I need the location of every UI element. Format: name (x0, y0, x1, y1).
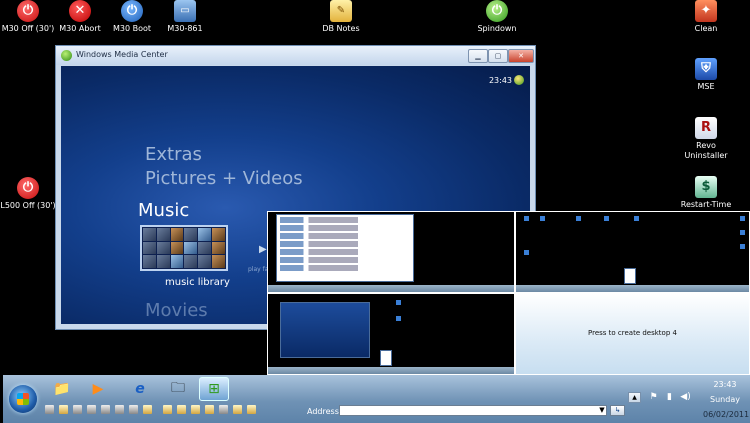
power-off-icon: ⏻ (17, 0, 39, 22)
power-off-icon: ⏻ (17, 177, 39, 199)
clock-time: 23:43 (713, 380, 737, 389)
address-input[interactable] (339, 405, 607, 416)
quicklaunch-icon[interactable] (87, 405, 96, 414)
network-icon[interactable]: ▮ (664, 392, 675, 403)
media-player-icon[interactable]: ▶ (83, 377, 113, 401)
show-hidden-icons-button[interactable]: ▲ (628, 392, 641, 403)
internet-explorer-icon[interactable]: e (125, 377, 155, 401)
desktop-icon-restart-time[interactable]: $ Restart-Time (675, 176, 737, 210)
notes-icon: ✎ (330, 0, 352, 22)
desktop-icon-db-notes[interactable]: ✎ DB Notes (310, 0, 372, 34)
window-title: Windows Media Center (76, 50, 168, 59)
quicklaunch-icon[interactable] (177, 405, 186, 414)
preview-window (280, 302, 370, 358)
clock-day: Sunday (710, 395, 740, 404)
create-desktop-label: Press to create desktop 4 (588, 329, 677, 337)
explorer-icon[interactable]: 📁 (47, 377, 77, 401)
preview-taskbar (268, 285, 514, 292)
volume-icon[interactable]: ◀) (680, 392, 691, 403)
go-button[interactable]: ↳ (610, 405, 625, 416)
quicklaunch-icon[interactable] (59, 405, 68, 414)
media-center-clock: 23:43 (488, 76, 512, 85)
quicklaunch-icon[interactable] (73, 405, 82, 414)
menu-extras[interactable]: Extras (145, 144, 202, 165)
desktop-preview-2[interactable] (515, 211, 750, 293)
folder-icon[interactable]: 🗀 (163, 377, 193, 401)
desktop-icon-label: Clean (694, 24, 718, 33)
desktop-preview-3[interactable] (267, 293, 515, 375)
clean-icon: ✦ (695, 0, 717, 22)
desktop-icon-label: M30-861 (167, 24, 203, 33)
quicklaunch-icon[interactable] (205, 405, 214, 414)
quicklaunch-icon[interactable] (143, 405, 152, 414)
quicklaunch-icon[interactable] (247, 405, 256, 414)
preview-window (276, 214, 414, 282)
quicklaunch-icon[interactable] (191, 405, 200, 414)
address-label: Address (307, 407, 339, 416)
next-arrow-icon[interactable]: ▶ (259, 244, 267, 255)
spindown-icon: ⏻ (486, 0, 508, 22)
quicklaunch-icon[interactable] (45, 405, 54, 414)
revo-icon: R (695, 117, 717, 139)
desktop-icon-label: Spindown (477, 24, 517, 33)
desktop-icon-label: L500 Off (30') (0, 201, 56, 210)
desktop-icon-m30-861[interactable]: ▭ M30-861 (154, 0, 216, 34)
quicklaunch-icon[interactable] (129, 405, 138, 414)
menu-pictures-videos[interactable]: Pictures + Videos (145, 168, 303, 189)
music-library-label: music library (165, 277, 230, 288)
media-center-icon[interactable]: ⊞ (199, 377, 229, 401)
quicklaunch-icon[interactable] (115, 405, 124, 414)
media-center-logo-icon (514, 75, 524, 85)
address-dropdown-icon[interactable]: ▼ (597, 405, 607, 416)
minimize-button[interactable]: ▁ (468, 49, 488, 63)
menu-movies[interactable]: Movies (145, 300, 208, 321)
restart-icon: $ (695, 176, 717, 198)
quicklaunch-icon[interactable] (219, 405, 228, 414)
taskbar: 📁 ▶ e 🗀 ⊞ Address ▼ ↳ ▲ ⚑ ▮ ◀) 23:43 Sun… (3, 375, 750, 423)
quicklaunch-icon[interactable] (233, 405, 242, 414)
media-center-logo-icon (61, 50, 72, 61)
quicklaunch-icon[interactable] (101, 405, 110, 414)
computer-icon: ▭ (174, 0, 196, 22)
start-button[interactable] (9, 385, 37, 413)
preview-taskbar (516, 285, 749, 292)
desktop-icon-l500-off[interactable]: ⏻ L500 Off (30') (0, 177, 59, 211)
desktop-icon-label: MSE (697, 82, 715, 91)
music-library-tile[interactable] (140, 225, 228, 271)
taskbar-clock[interactable]: 23:43 Sunday 06/02/2011 (703, 377, 750, 422)
maximize-button[interactable]: ▢ (488, 49, 508, 63)
close-button[interactable]: ✕ (508, 49, 534, 63)
window-titlebar[interactable]: Windows Media Center ▁ ▢ ✕ (56, 46, 535, 65)
menu-music[interactable]: Music (138, 200, 189, 221)
preview-taskbar (268, 367, 514, 374)
play-hint-label: play fa (248, 266, 269, 273)
desktop-icon-spindown[interactable]: ⏻ Spindown (466, 0, 528, 34)
desktop-icon-revo-uninstaller[interactable]: R Revo Uninstaller (675, 117, 737, 161)
desktop-icon-mse[interactable]: ⛨ MSE (675, 58, 737, 92)
desktop-icon-label: Revo Uninstaller (684, 141, 728, 160)
action-center-icon[interactable]: ⚑ (648, 392, 659, 403)
create-desktop-4-button[interactable]: Press to create desktop 4 (515, 293, 750, 375)
desktop-icon-clean[interactable]: ✦ Clean (675, 0, 737, 34)
desktop-preview-1[interactable] (267, 211, 515, 293)
clock-date: 06/02/2011 (703, 410, 750, 419)
desktop-icon-label: Restart-Time (680, 200, 732, 209)
abort-icon: ✕ (69, 0, 91, 22)
desktop-icon-label: DB Notes (322, 24, 360, 33)
mse-icon: ⛨ (695, 58, 717, 80)
quicklaunch-icon[interactable] (163, 405, 172, 414)
boot-icon: ⏻ (121, 0, 143, 22)
